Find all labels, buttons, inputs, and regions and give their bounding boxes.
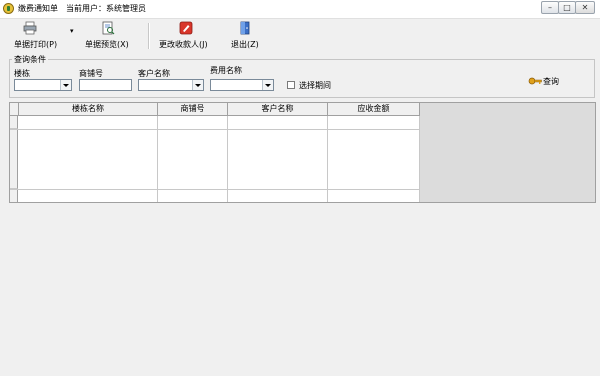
building-select[interactable] [14,79,72,91]
grid-column-line [419,116,420,202]
building-label: 楼栋 [14,69,30,78]
row-header-cell [10,129,18,189]
chevron-down-icon[interactable] [192,80,203,90]
app-icon [3,3,14,14]
select-period-label: 选择期间 [299,81,331,90]
preview-icon [102,21,115,35]
query-conditions-title: 查询条件 [12,54,48,65]
row-header-cell [10,189,18,202]
print-dropdown-arrow[interactable]: ▾ [70,27,74,35]
chevron-down-icon[interactable] [262,80,273,90]
grid-column-line [227,116,228,202]
data-grid[interactable]: 楼栋名称 商铺号 客户名称 应收金额 [10,103,420,202]
edit-icon [179,21,193,35]
query-button[interactable]: 查询 [528,75,568,89]
exit-door-icon [240,21,250,35]
fee-name-label: 费用名称 [210,66,242,75]
column-header-amount-due[interactable]: 应收金额 [328,103,420,116]
toolbar-separator [148,23,150,49]
title-bar: 缴费通知单 当前用户：系统管理员 – □ ✕ [0,0,600,19]
maximize-button[interactable]: □ [558,1,576,14]
query-button-label: 查询 [543,77,559,86]
row-header-cell [10,116,18,129]
minimize-button[interactable]: – [541,1,559,14]
change-payee-label: 更改收款人(J) [159,40,208,49]
grid-column-line [157,116,158,202]
shop-no-label: 商铺号 [79,69,103,78]
printer-icon [23,21,37,35]
grid-row-line [10,189,420,190]
grid-row-line [10,129,420,130]
customer-label: 客户名称 [138,69,170,78]
print-button[interactable]: 单据打印(P) [14,21,66,51]
column-header-customer[interactable]: 客户名称 [228,103,328,116]
exit-button[interactable]: 退出(Z) [231,21,265,51]
column-header-building[interactable]: 楼栋名称 [19,103,158,116]
preview-button[interactable]: 单据预览(X) [85,21,133,51]
preview-label: 单据预览(X) [85,40,129,49]
column-header-shop-no[interactable]: 商铺号 [158,103,228,116]
grid-column-line [327,116,328,202]
close-button[interactable]: ✕ [575,1,595,14]
change-payee-button[interactable]: 更改收款人(J) [159,21,215,51]
fee-name-select[interactable] [210,79,274,91]
current-user-label: 当前用户：系统管理员 [66,4,146,13]
select-period-checkbox[interactable] [287,81,295,89]
print-label: 单据打印(P) [14,40,58,49]
key-icon [528,77,542,85]
customer-select[interactable] [138,79,204,91]
exit-label: 退出(Z) [231,40,259,49]
shop-no-input[interactable] [79,79,132,91]
chevron-down-icon[interactable] [60,80,71,90]
window-title: 缴费通知单 [18,4,58,13]
row-header-corner [10,103,19,116]
toolbar: 单据打印(P) ▾ 单据预览(X) 更改收款人(J) 退出(Z) [0,19,600,53]
